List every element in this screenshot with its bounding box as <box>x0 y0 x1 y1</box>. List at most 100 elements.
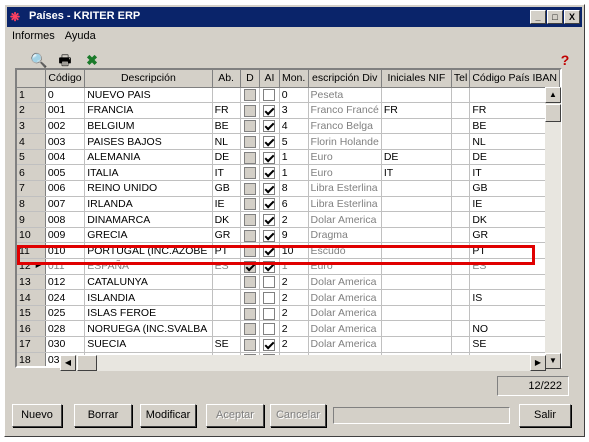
nuevo-button[interactable]: Nuevo <box>12 404 62 427</box>
vertical-scrollbar[interactable]: ▲ ▼ <box>545 87 561 369</box>
ai-checkbox[interactable] <box>263 120 276 133</box>
horizontal-scroll-thumb[interactable] <box>77 355 97 371</box>
header-mon[interactable]: Mon. <box>279 70 309 88</box>
grid-cell[interactable] <box>451 274 471 291</box>
grid-cell[interactable]: Franco Francé <box>308 102 382 119</box>
grid-cell[interactable] <box>381 227 452 244</box>
header-tel[interactable]: Tel <box>451 70 471 88</box>
print-icon[interactable]: 🖶 <box>55 50 75 70</box>
grid-cell[interactable]: Florin Holande <box>308 133 382 150</box>
ai-checkbox-cell[interactable] <box>259 211 280 228</box>
ai-checkbox[interactable] <box>263 104 276 117</box>
ai-checkbox[interactable] <box>263 323 276 336</box>
grid-cell[interactable] <box>381 336 452 353</box>
grid-cell[interactable]: 2 <box>279 320 309 337</box>
grid-cell[interactable]: 5 <box>279 133 309 150</box>
d-checkbox[interactable] <box>243 276 256 289</box>
grid-cell[interactable] <box>451 196 471 213</box>
grid-cell[interactable]: 1 <box>279 149 309 166</box>
grid-cell[interactable] <box>451 180 471 197</box>
grid-cell[interactable]: BE <box>212 118 241 135</box>
grid-cell[interactable]: PAISES BAJOS <box>84 133 213 150</box>
grid-cell[interactable]: 4 <box>279 118 309 135</box>
grid-cell[interactable] <box>212 289 241 306</box>
grid-cell[interactable]: SE <box>212 336 241 353</box>
grid-cell[interactable] <box>451 305 471 322</box>
grid-cell[interactable]: 009 <box>45 227 86 244</box>
ai-checkbox[interactable] <box>263 198 276 211</box>
grid-cell[interactable]: CATALUNYA <box>84 274 213 291</box>
grid-cell[interactable]: 2 <box>279 274 309 291</box>
table-row[interactable]: 2 001 FRANCIA FR 3 Franco Francé FR FR <box>17 102 560 119</box>
excel-export-icon[interactable]: ✖ <box>82 50 102 70</box>
grid-cell[interactable]: 028 <box>45 320 86 337</box>
grid-cell[interactable] <box>381 274 452 291</box>
grid-cell[interactable]: 003 <box>45 133 86 150</box>
grid-cell[interactable]: Dolar America <box>308 305 382 322</box>
grid-cell[interactable]: Libra Esterlina <box>308 196 382 213</box>
ai-checkbox[interactable] <box>263 292 276 305</box>
table-row[interactable]: 3 002 BELGIUM BE 4 Franco Belga BE <box>17 118 560 135</box>
grid-cell[interactable] <box>381 87 452 104</box>
grid-cell[interactable] <box>381 211 452 228</box>
table-row[interactable]: 11 010 PORTUGAL (INC.AZOBE PT 10 Escudo PT <box>17 242 560 260</box>
d-checkbox[interactable] <box>243 260 256 273</box>
table-row[interactable]: 10 009 GRECIA GR 9 Dragma GR <box>17 227 560 244</box>
grid-cell[interactable]: Libra Esterlina <box>308 180 382 197</box>
header-codigo[interactable]: Código <box>45 70 86 88</box>
grid-cell[interactable]: 8 <box>279 180 309 197</box>
grid-cell[interactable]: GR <box>212 227 241 244</box>
grid-cell[interactable]: 001 <box>45 102 86 119</box>
grid-cell[interactable] <box>451 227 471 244</box>
grid-cell[interactable]: FRANCIA <box>84 102 213 119</box>
d-checkbox-cell[interactable] <box>240 242 261 260</box>
grid-cell[interactable]: NL <box>212 133 241 150</box>
grid-cell[interactable]: IRLANDA <box>84 196 213 213</box>
d-checkbox[interactable] <box>243 229 256 242</box>
grid-cell[interactable]: 002 <box>45 118 86 135</box>
cancelar-button[interactable]: Cancelar <box>270 404 326 427</box>
ai-checkbox-cell[interactable] <box>259 164 280 182</box>
grid-cell[interactable]: NUEVO PAIS <box>84 87 213 104</box>
grid-cell[interactable]: Dolar America <box>308 336 382 353</box>
d-checkbox-cell[interactable] <box>240 258 261 275</box>
d-checkbox[interactable] <box>243 245 256 258</box>
grid-cell[interactable] <box>451 242 471 260</box>
table-row[interactable]: 9 008 DINAMARCA DK 2 Dolar America DK <box>17 211 560 228</box>
table-row[interactable]: 1 0 NUEVO PAIS 0 Peseta <box>17 87 560 104</box>
grid-cell[interactable]: 012 <box>45 274 86 291</box>
grid-cell[interactable] <box>212 305 241 322</box>
menu-informes[interactable]: Informes <box>7 28 60 44</box>
help-icon[interactable]: ? <box>555 50 575 70</box>
grid-cell[interactable]: Euro <box>308 149 382 166</box>
header-d[interactable]: D <box>240 70 261 88</box>
grid-cell[interactable]: Franco Belga <box>308 118 382 135</box>
grid-cell[interactable]: ISLAS FEROE <box>84 305 213 322</box>
table-row[interactable]: 15 025 ISLAS FEROE 2 Dolar America <box>17 305 560 322</box>
grid-cell[interactable]: 1 <box>279 164 309 182</box>
salir-button[interactable]: Salir <box>519 404 571 427</box>
ai-checkbox-cell[interactable] <box>259 242 280 260</box>
ai-checkbox[interactable] <box>263 245 276 258</box>
grid-cell[interactable]: ITALIA <box>84 164 213 182</box>
ai-checkbox[interactable] <box>263 89 276 102</box>
aceptar-button[interactable]: Aceptar <box>206 404 264 427</box>
grid-cell[interactable] <box>451 118 471 135</box>
grid-cell[interactable] <box>381 180 452 197</box>
grid-cell[interactable]: 010 <box>45 242 86 260</box>
grid-cell[interactable]: 0 <box>279 87 309 104</box>
ai-checkbox[interactable] <box>263 260 276 273</box>
grid-cell[interactable] <box>451 164 471 182</box>
ai-checkbox[interactable] <box>263 182 276 195</box>
table-row[interactable]: 8 007 IRLANDA IE 6 Libra Esterlina IE <box>17 196 560 213</box>
ai-checkbox-cell[interactable] <box>259 289 280 306</box>
grid-cell[interactable]: FR <box>381 102 452 119</box>
ai-checkbox-cell[interactable] <box>259 102 280 119</box>
d-checkbox[interactable] <box>243 167 256 180</box>
grid-cell[interactable]: 3 <box>279 102 309 119</box>
grid-cell[interactable] <box>381 289 452 306</box>
grid-cell[interactable]: SUECIA <box>84 336 213 353</box>
scroll-down-icon[interactable]: ▼ <box>545 353 561 369</box>
table-row[interactable]: 6 005 ITALIA IT 1 Euro IT IT <box>17 164 560 182</box>
d-checkbox-cell[interactable] <box>240 305 261 322</box>
